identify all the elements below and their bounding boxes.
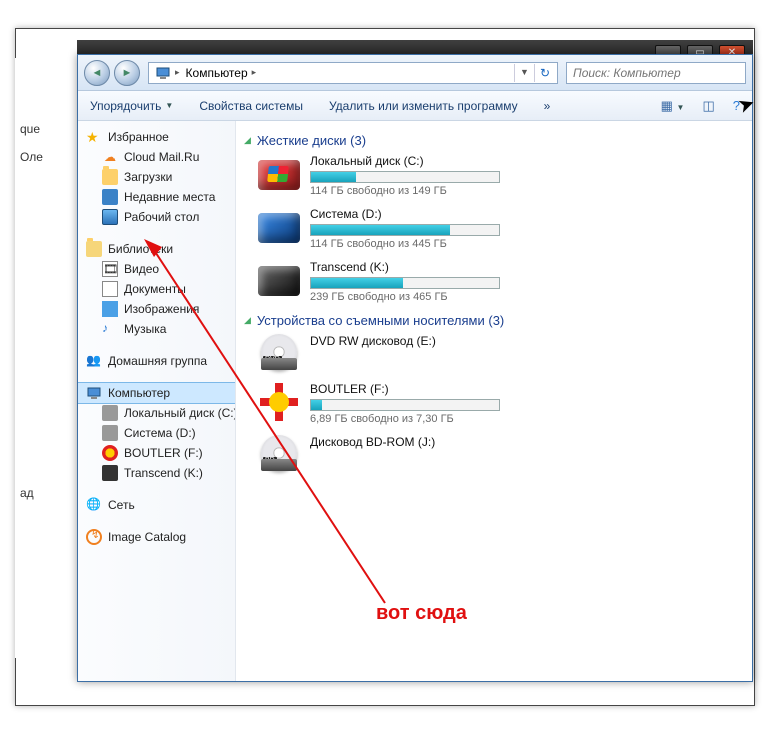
drive-label: DVD RW дисковод (E:) (310, 334, 436, 348)
preview-pane-button[interactable]: ◫ (698, 95, 718, 117)
explorer-window: ◄ ► ▸ Компьютер ▸ ▼ ↻ Упорядочить▼ Свойс… (77, 54, 753, 682)
system-properties-button[interactable]: Свойства системы (195, 97, 307, 115)
sidebar-item-drive-f[interactable]: BOUTLER (F:) (78, 443, 235, 463)
background-window (15, 58, 80, 658)
homegroup-icon: 👥 (86, 353, 102, 369)
navigation-pane: ★ Избранное ☁Cloud Mail.Ru Загрузки Неда… (78, 121, 236, 681)
breadcrumb-computer[interactable]: Компьютер ▸ (180, 65, 263, 81)
capacity-bar (310, 224, 500, 236)
search-box[interactable] (566, 62, 746, 84)
forward-button[interactable]: ► (114, 60, 140, 86)
chevron-right-icon: ▸ (252, 67, 257, 78)
drive-free-text: 114 ГБ свободно из 149 ГБ (310, 185, 500, 197)
drive-label: BOUTLER (F:) (310, 382, 500, 396)
toolbar: Упорядочить▼ Свойства системы Удалить ил… (78, 91, 752, 121)
drive-dvd-e[interactable]: DVD DVD RW дисковод (E:) (258, 334, 744, 372)
sidebar-item-recent[interactable]: Недавние места (78, 187, 235, 207)
organize-menu[interactable]: Упорядочить▼ (86, 97, 177, 115)
sidebar-item-cloud[interactable]: ☁Cloud Mail.Ru (78, 147, 235, 167)
image-catalog[interactable]: ↯ Image Catalog (78, 527, 235, 547)
bg-text: que (20, 122, 40, 136)
computer-icon (86, 385, 102, 401)
sidebar-item-drive-k[interactable]: Transcend (K:) (78, 463, 235, 483)
category-removable[interactable]: ◢ Устройства со съемными носителями (3) (244, 313, 744, 328)
target-icon (260, 384, 298, 418)
category-hard-drives[interactable]: ◢ Жесткие диски (3) (244, 133, 744, 148)
sidebar-item-documents[interactable]: Документы (78, 279, 235, 299)
bg-text: Оле (20, 150, 43, 164)
drive-boutler-f[interactable]: BOUTLER (F:) 6,89 ГБ свободно из 7,30 ГБ (258, 382, 744, 425)
network-group[interactable]: 🌐 Сеть (78, 495, 235, 515)
bg-text: ад (20, 486, 34, 500)
libraries-group[interactable]: Библиотеки (78, 239, 235, 259)
drive-label: Transcend (K:) (310, 260, 500, 274)
search-input[interactable] (571, 65, 741, 81)
windows-flag-icon (267, 166, 289, 182)
collapse-icon[interactable]: ◢ (244, 315, 251, 326)
drive-free-text: 239 ГБ свободно из 465 ГБ (310, 291, 500, 303)
sidebar-item-video[interactable]: 🎞Видео (78, 259, 235, 279)
drive-c[interactable]: Локальный диск (C:) 114 ГБ свободно из 1… (258, 154, 744, 197)
folder-icon (102, 169, 118, 185)
refresh-button[interactable]: ↻ (534, 64, 555, 82)
star-icon: ★ (86, 129, 102, 145)
drive-k[interactable]: Transcend (K:) 239 ГБ свободно из 465 ГБ (258, 260, 744, 303)
recent-icon (102, 189, 118, 205)
target-icon (102, 445, 118, 461)
sidebar-item-music[interactable]: ♪Музыка (78, 319, 235, 339)
cloud-icon: ☁ (102, 149, 118, 165)
computer-icon (155, 65, 171, 81)
drive-label: Локальный диск (C:) (310, 154, 500, 168)
video-icon: 🎞 (102, 261, 118, 277)
collapse-icon[interactable]: ◢ (244, 135, 251, 146)
sidebar-item-drive-c[interactable]: Локальный диск (C:) (78, 403, 235, 423)
drive-icon (102, 405, 118, 421)
drive-free-text: 6,89 ГБ свободно из 7,30 ГБ (310, 413, 500, 425)
chevron-down-icon: ▼ (165, 101, 173, 110)
drive-bdrom-j[interactable]: BD Дисковод BD-ROM (J:) (258, 435, 744, 473)
drive-free-text: 114 ГБ свободно из 445 ГБ (310, 238, 500, 250)
document-icon (102, 281, 118, 297)
network-icon: 🌐 (86, 497, 102, 513)
capacity-bar (310, 399, 500, 411)
toolbar-overflow[interactable]: » (540, 97, 555, 115)
music-icon: ♪ (102, 321, 118, 337)
drive-icon (102, 465, 118, 481)
nav-bar: ◄ ► ▸ Компьютер ▸ ▼ ↻ (78, 55, 752, 91)
desktop-icon (102, 209, 118, 225)
capacity-bar (310, 277, 500, 289)
catalog-icon: ↯ (86, 529, 102, 545)
sidebar-item-drive-d[interactable]: Система (D:) (78, 423, 235, 443)
computer-group[interactable]: Компьютер (78, 383, 235, 403)
view-mode-button[interactable]: ▦ ▼ (657, 95, 689, 117)
address-dropdown[interactable]: ▼ (514, 64, 534, 82)
uninstall-program-button[interactable]: Удалить или изменить программу (325, 97, 522, 115)
sidebar-item-desktop[interactable]: Рабочий стол (78, 207, 235, 227)
back-button[interactable]: ◄ (84, 60, 110, 86)
homegroup[interactable]: 👥 Домашняя группа (78, 351, 235, 371)
content-pane: ◢ Жесткие диски (3) Локальный диск (C:) … (236, 121, 752, 681)
sidebar-item-pictures[interactable]: Изображения (78, 299, 235, 319)
address-bar[interactable]: ▸ Компьютер ▸ ▼ ↻ (148, 62, 558, 84)
pictures-icon (102, 301, 118, 317)
favorites-group[interactable]: ★ Избранное (78, 127, 235, 147)
libraries-icon (86, 241, 102, 257)
drive-d[interactable]: Система (D:) 114 ГБ свободно из 445 ГБ (258, 207, 744, 250)
capacity-bar (310, 171, 500, 183)
sidebar-item-downloads[interactable]: Загрузки (78, 167, 235, 187)
drive-label: Дисковод BD-ROM (J:) (310, 435, 435, 449)
drive-icon (102, 425, 118, 441)
drive-label: Система (D:) (310, 207, 500, 221)
